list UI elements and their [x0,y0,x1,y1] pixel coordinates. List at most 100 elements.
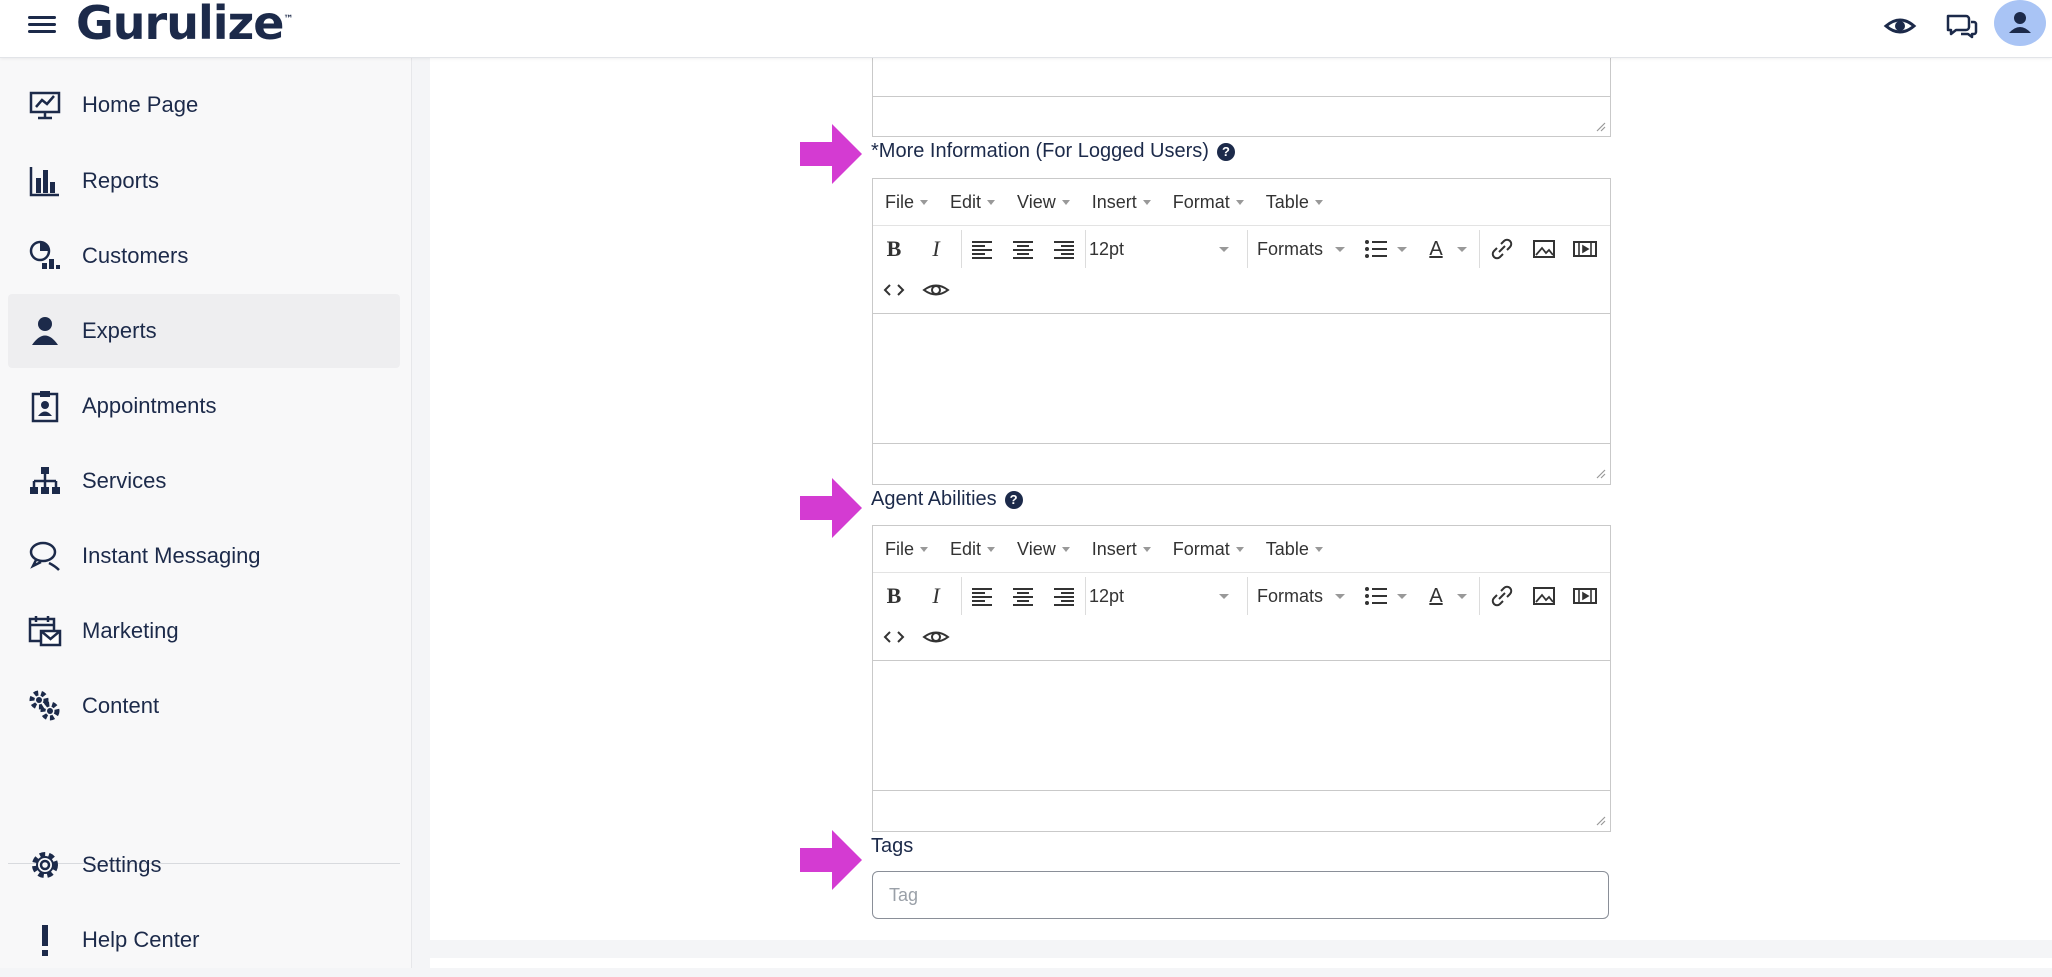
editor-toolbar-row-2 [873,271,1610,313]
align-center-icon[interactable] [1008,581,1038,611]
sidebar-item-label: Services [82,468,167,493]
align-center-icon[interactable] [1008,234,1038,264]
sidebar-item-marketing[interactable]: Marketing [8,594,400,668]
menu-insert[interactable]: Insert [1092,539,1151,560]
sidebar-item-services[interactable]: Services [8,444,400,518]
tags-label-text: Tags [871,835,914,857]
sidebar-item-content[interactable]: Content [8,669,400,743]
sidebar-item-home-page[interactable]: Home Page [8,68,400,142]
tags-input[interactable] [872,871,1609,919]
formats-label: Formats [1257,238,1324,259]
user-avatar[interactable] [1994,0,2046,46]
menu-view[interactable]: View [1017,192,1070,213]
arrow-pointer-icon [800,830,862,890]
italic-button[interactable]: I [921,234,951,264]
align-right-icon[interactable] [1049,581,1079,611]
media-icon[interactable] [1570,581,1600,611]
font-size-select[interactable]: 12pt [1089,581,1237,611]
help-icon[interactable]: ? [1216,142,1235,161]
editor-statusbar [873,443,1610,482]
bullet-list-dropdown[interactable] [1395,581,1409,611]
resize-handle-icon[interactable] [1594,467,1606,479]
menu-format[interactable]: Format [1173,539,1244,560]
sidebar-item-label: Content [82,693,160,718]
bullet-list-icon[interactable] [1361,581,1391,611]
preview-eye-icon[interactable] [921,275,951,305]
top-bar: Gurulize™ [0,0,2052,58]
text-color-button[interactable]: A [1421,234,1451,264]
menu-file[interactable]: File [885,539,928,560]
source-code-icon[interactable] [879,622,909,652]
link-icon[interactable] [1487,234,1517,264]
editor-statusbar [873,96,1610,135]
bullet-list-dropdown[interactable] [1395,234,1409,264]
menu-table[interactable]: Table [1266,539,1323,560]
app-logo[interactable]: Gurulize™ [76,0,293,50]
resize-handle-icon[interactable] [1594,814,1606,826]
menu-file[interactable]: File [885,192,928,213]
exclamation-icon [42,925,48,956]
formats-dropdown[interactable]: Formats [1257,581,1347,611]
menu-icon[interactable] [28,12,56,36]
editor-toolbar: B I 12pt Formats A [873,572,1610,618]
sidebar-item-label: Customers [82,243,189,268]
sidebar-item-label: Marketing [82,618,179,643]
italic-button[interactable]: I [921,581,951,611]
formats-dropdown[interactable]: Formats [1257,234,1347,264]
pie-users-icon [29,240,60,269]
sidebar-item-label: Instant Messaging [82,543,261,568]
editor-toolbar: B I 12pt Formats A [873,225,1610,271]
chat-icon[interactable] [1944,8,1980,44]
image-icon[interactable] [1529,234,1559,264]
sidebar-item-label: Reports [82,168,160,193]
source-code-icon[interactable] [879,275,909,305]
text-color-dropdown[interactable] [1455,234,1469,264]
agent-abilities-label: Agent Abilities ? [871,488,1023,511]
editor-content[interactable] [873,313,1610,443]
eye-icon[interactable] [1882,8,1918,44]
bold-button[interactable]: B [879,581,909,611]
menu-insert[interactable]: Insert [1092,192,1151,213]
editor-content[interactable] [873,56,1610,96]
sidebar: Home Page Reports Customers Experts Appo… [0,58,412,968]
resize-handle-icon[interactable] [1594,120,1606,132]
bold-button[interactable]: B [879,234,909,264]
menu-table[interactable]: Table [1266,192,1323,213]
menu-format[interactable]: Format [1173,192,1244,213]
agent-abilities-editor: File Edit View Insert Format Table B I 1… [872,525,1611,832]
text-color-dropdown[interactable] [1455,581,1469,611]
bullet-list-icon[interactable] [1361,234,1391,264]
align-right-icon[interactable] [1049,234,1079,264]
chat-bubble-icon [29,541,60,571]
sidebar-item-label: Settings [82,852,162,877]
editor-content[interactable] [873,660,1610,790]
preview-eye-icon[interactable] [921,622,951,652]
media-icon[interactable] [1570,234,1600,264]
sidebar-item-settings[interactable]: Settings [8,828,400,902]
menu-view[interactable]: View [1017,539,1070,560]
clipboard-user-icon [31,391,59,423]
agent-abilities-label-text: Agent Abilities [871,488,997,510]
sidebar-item-experts[interactable]: Experts [8,294,400,368]
tags-label: Tags [871,835,913,858]
sitemap-icon [30,467,60,494]
sidebar-item-customers[interactable]: Customers [8,219,400,293]
sidebar-item-appointments[interactable]: Appointments [8,369,400,443]
align-left-icon[interactable] [967,581,997,611]
menu-edit[interactable]: Edit [950,192,995,213]
sidebar-item-help-center[interactable]: Help Center [8,903,400,977]
link-icon[interactable] [1487,581,1517,611]
monitor-chart-icon [29,91,61,120]
sidebar-item-instant-messaging[interactable]: Instant Messaging [8,519,400,593]
font-size-value: 12pt [1089,238,1125,259]
more-information-editor: File Edit View Insert Format Table B I 1… [872,178,1611,485]
sidebar-item-reports[interactable]: Reports [8,144,400,218]
align-left-icon[interactable] [967,234,997,264]
help-icon[interactable]: ? [1004,490,1023,509]
previous-editor [872,56,1611,137]
menu-edit[interactable]: Edit [950,539,995,560]
sidebar-item-label: Appointments [82,393,217,418]
text-color-button[interactable]: A [1421,581,1451,611]
image-icon[interactable] [1529,581,1559,611]
font-size-select[interactable]: 12pt [1089,234,1237,264]
